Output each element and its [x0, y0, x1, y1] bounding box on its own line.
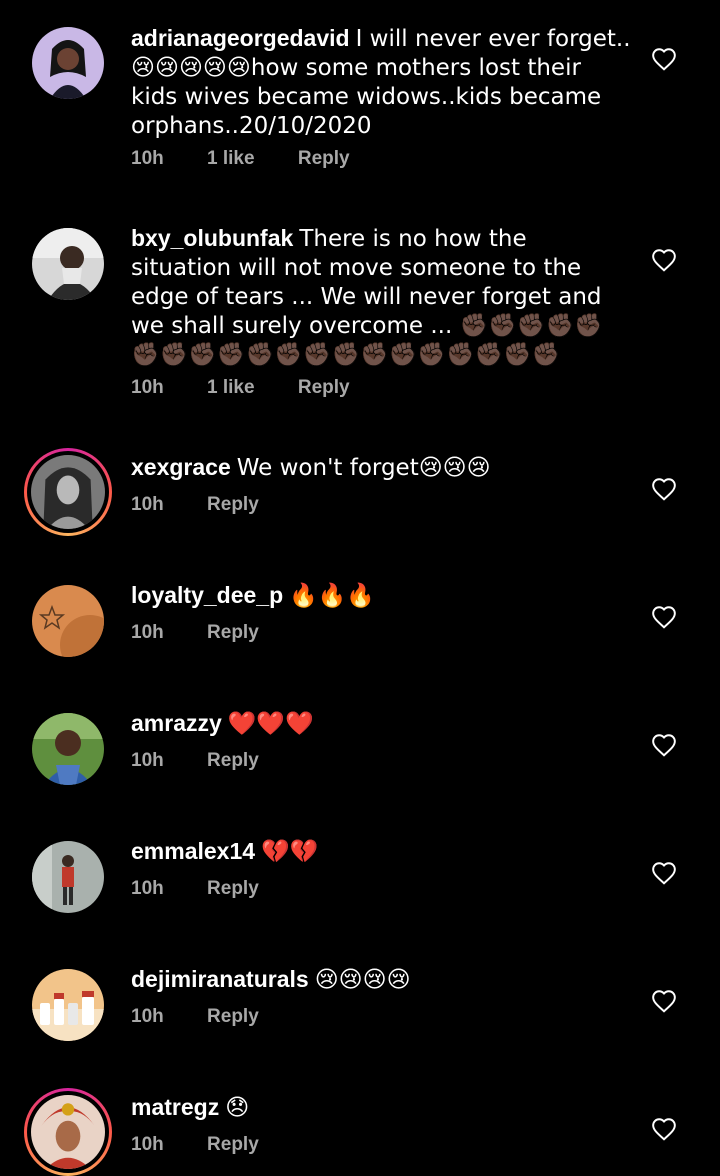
comment-body: bxy_olubunfak There is no how the situati… — [131, 224, 631, 369]
heart-outline-icon[interactable] — [651, 47, 677, 71]
comment-username[interactable]: matregz — [131, 1094, 219, 1120]
heart-outline-icon[interactable] — [651, 605, 677, 629]
comment-meta: 10h Reply — [131, 1134, 259, 1156]
avatar[interactable] — [32, 228, 104, 300]
avatar — [31, 455, 105, 529]
comment-meta: 10h 1 like Reply — [131, 148, 350, 170]
heart-outline-icon[interactable] — [651, 861, 677, 885]
comment-time: 10h — [131, 148, 164, 169]
heart-outline-icon[interactable] — [651, 477, 677, 501]
comment-time: 10h — [131, 377, 164, 398]
comment-username[interactable]: dejimiranaturals — [131, 966, 309, 992]
comment-meta: 10h Reply — [131, 750, 259, 772]
comment-time: 10h — [131, 622, 164, 643]
avatar[interactable] — [32, 27, 104, 99]
comment-text: ❤️❤️❤️ — [227, 711, 314, 737]
comment-username[interactable]: loyalty_dee_p — [131, 582, 283, 608]
comment-body: loyalty_dee_p 🔥🔥🔥 — [131, 581, 631, 610]
comment-time: 10h — [131, 750, 164, 771]
comment-text: 😞 — [225, 1095, 250, 1121]
reply-button[interactable]: Reply — [207, 1006, 259, 1028]
avatar[interactable] — [32, 585, 104, 657]
reply-button[interactable]: Reply — [207, 494, 259, 516]
comment-meta: 10h Reply — [131, 1006, 259, 1028]
comment-likes[interactable]: 1 like — [207, 148, 255, 170]
comment-body: dejimiranaturals 😢😢😢😢 — [131, 965, 631, 994]
reply-button[interactable]: Reply — [207, 750, 259, 772]
comment-time: 10h — [131, 1006, 164, 1027]
comment-text: 🔥🔥🔥 — [289, 583, 376, 609]
comment-username[interactable]: emmalex14 — [131, 838, 255, 864]
heart-outline-icon[interactable] — [651, 989, 677, 1013]
avatar-story-ring[interactable] — [24, 448, 112, 536]
comment-username[interactable]: bxy_olubunfak — [131, 225, 293, 251]
comment-time: 10h — [131, 878, 164, 899]
comment-body: matregz 😞 — [131, 1093, 631, 1122]
comment-text: 😢😢😢😢 — [314, 967, 411, 993]
avatar[interactable] — [32, 841, 104, 913]
heart-outline-icon[interactable] — [651, 1117, 677, 1141]
comment-username[interactable]: adrianageorgedavid — [131, 25, 350, 51]
comment-meta: 10h 1 like Reply — [131, 377, 350, 399]
comment-username[interactable]: amrazzy — [131, 710, 222, 736]
heart-outline-icon[interactable] — [651, 248, 677, 272]
reply-button[interactable]: Reply — [207, 1134, 259, 1156]
comment-body: adrianageorgedavid I will never ever forg… — [131, 24, 631, 140]
avatar — [31, 1095, 105, 1169]
comment-meta: 10h Reply — [131, 494, 259, 516]
reply-button[interactable]: Reply — [207, 878, 259, 900]
heart-outline-icon[interactable] — [651, 733, 677, 757]
comment-body: amrazzy ❤️❤️❤️ — [131, 709, 631, 738]
reply-button[interactable]: Reply — [298, 148, 350, 170]
reply-button[interactable]: Reply — [298, 377, 350, 399]
comment-username[interactable]: xexgrace — [131, 454, 231, 480]
avatar-story-ring[interactable] — [24, 1088, 112, 1176]
comment-text: 💔💔 — [261, 839, 319, 865]
comment-text: We won't forget😢😢😢 — [236, 455, 491, 481]
comment-time: 10h — [131, 494, 164, 515]
comment-likes[interactable]: 1 like — [207, 377, 255, 399]
comment-body: xexgrace We won't forget😢😢😢 — [131, 453, 631, 482]
comment-meta: 10h Reply — [131, 878, 259, 900]
reply-button[interactable]: Reply — [207, 622, 259, 644]
comment-meta: 10h Reply — [131, 622, 259, 644]
comment-time: 10h — [131, 1134, 164, 1155]
avatar[interactable] — [32, 713, 104, 785]
avatar[interactable] — [32, 969, 104, 1041]
comment-body: emmalex14 💔💔 — [131, 837, 631, 866]
